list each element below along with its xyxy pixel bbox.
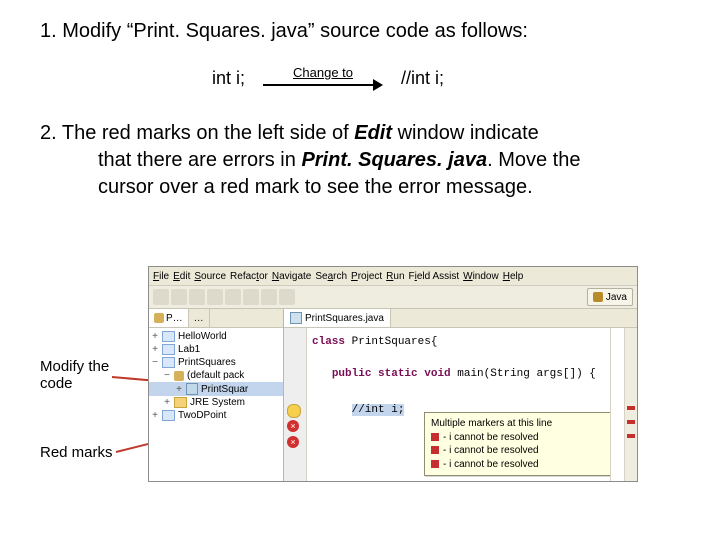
step2-l3: cursor over a red mark to see the error … xyxy=(40,174,680,201)
code-change-row: int i; Change to //int i; xyxy=(212,65,680,92)
menu-navigate[interactable]: Navigate xyxy=(272,271,311,282)
editor-right-sliver xyxy=(610,328,625,482)
tooltip-title: Multiple markers at this line xyxy=(431,417,638,431)
java-file-icon xyxy=(290,312,302,324)
toolbar-icon[interactable] xyxy=(243,289,259,305)
arrow-right-icon xyxy=(263,78,383,92)
ide-screenshot: FFileile Edit Source Refactor Navigate S… xyxy=(148,266,638,482)
tooltip-item: i cannot be resolved xyxy=(449,459,539,470)
menu-file[interactable]: FFileile xyxy=(153,271,169,282)
tree-project[interactable]: PrintSquares xyxy=(178,357,236,368)
pkg-tab-main[interactable]: P… xyxy=(149,309,189,327)
java-file-icon xyxy=(186,383,198,395)
step2-l2a: that there are errors in xyxy=(98,149,301,171)
menu-source[interactable]: Source xyxy=(194,271,226,282)
editor-panel: PrintSquares.java class PrintSquares{ pu… xyxy=(284,309,637,482)
overview-error-mark[interactable] xyxy=(627,434,635,438)
project-icon xyxy=(162,357,175,368)
step-2: 2. The red marks on the left side of Edi… xyxy=(40,120,680,201)
step2-l1b: window indicate xyxy=(392,122,539,144)
package-explorer: P… … +HelloWorld +Lab1 −PrintSquares −(d… xyxy=(149,309,284,482)
editor-tab[interactable]: PrintSquares.java xyxy=(284,309,391,327)
overview-error-mark[interactable] xyxy=(627,406,635,410)
menu-project[interactable]: Project xyxy=(351,271,382,282)
pkg-tab-more[interactable]: … xyxy=(189,309,210,327)
error-marker-icon[interactable] xyxy=(287,420,299,432)
project-icon xyxy=(162,410,175,421)
menu-window[interactable]: Window xyxy=(463,271,499,282)
tree-project[interactable]: Lab1 xyxy=(178,344,200,355)
menu-refactor[interactable]: Refactor xyxy=(230,271,268,282)
code-after: //int i; xyxy=(401,68,444,89)
toolbar-icon[interactable] xyxy=(171,289,187,305)
quickfix-icon[interactable] xyxy=(287,404,301,418)
commented-line: //int i; xyxy=(352,404,405,416)
tooltip-item: i cannot be resolved xyxy=(449,445,539,456)
error-marker-icon[interactable] xyxy=(287,436,299,448)
overview-error-mark[interactable] xyxy=(627,420,635,424)
tree-package[interactable]: (default pack xyxy=(187,370,244,381)
tree-jre[interactable]: JRE System xyxy=(190,397,245,408)
package-tree[interactable]: +HelloWorld +Lab1 −PrintSquares −(defaul… xyxy=(149,328,283,482)
annot-modify: Modify the code xyxy=(40,358,109,392)
tree-project[interactable]: TwoDPoint xyxy=(178,410,226,421)
error-tooltip: Multiple markers at this line - i cannot… xyxy=(424,412,638,476)
step2-edit-word: Edit xyxy=(354,122,392,144)
tool-bar: Java xyxy=(149,286,637,309)
code-before: int i; xyxy=(212,68,245,89)
screenshot-area: Modify the code Red marks FFileile Edit … xyxy=(0,266,720,496)
toolbar-icon[interactable] xyxy=(279,289,295,305)
toolbar-icon[interactable] xyxy=(153,289,169,305)
step1-filename: Print. Squares. java xyxy=(133,20,308,42)
toolbar-icon[interactable] xyxy=(189,289,205,305)
menu-help[interactable]: Help xyxy=(503,271,524,282)
menu-bar: FFileile Edit Source Refactor Navigate S… xyxy=(149,267,637,286)
step1-text-after: ” source code as follows: xyxy=(308,20,528,42)
java-perspective-icon xyxy=(593,292,603,302)
perspective-button[interactable]: Java xyxy=(587,288,633,306)
package-icon xyxy=(154,313,164,323)
overview-ruler[interactable] xyxy=(624,328,637,482)
tree-file[interactable]: PrintSquar xyxy=(201,384,248,395)
toolbar-icon[interactable] xyxy=(225,289,241,305)
menu-search[interactable]: Search xyxy=(315,271,347,282)
package-icon xyxy=(174,371,184,381)
error-icon xyxy=(431,460,439,468)
step2-l1a: 2. The red marks on the left side of xyxy=(40,122,354,144)
step2-file-italic: Print. Squares. java xyxy=(301,149,487,171)
step-1: 1. Modify “Print. Squares. java” source … xyxy=(40,18,680,45)
toolbar-icon[interactable] xyxy=(207,289,223,305)
library-icon xyxy=(174,397,187,408)
menu-run[interactable]: Run xyxy=(386,271,404,282)
toolbar-icon[interactable] xyxy=(261,289,277,305)
error-icon xyxy=(431,433,439,441)
menu-edit[interactable]: Edit xyxy=(173,271,190,282)
step2-l2b: . Move the xyxy=(487,149,580,171)
project-icon xyxy=(162,331,175,342)
step1-text-before: 1. Modify “ xyxy=(40,20,133,42)
editor-body[interactable]: class PrintSquares{ public static void m… xyxy=(284,328,637,482)
annot-redmarks: Red marks xyxy=(40,444,113,461)
perspective-label: Java xyxy=(606,292,627,303)
tooltip-item: i cannot be resolved xyxy=(449,432,539,443)
tree-project[interactable]: HelloWorld xyxy=(178,331,227,342)
change-arrow: Change to xyxy=(263,65,383,92)
error-icon xyxy=(431,446,439,454)
menu-fieldassist[interactable]: Field Assist xyxy=(409,271,460,282)
project-icon xyxy=(162,344,175,355)
